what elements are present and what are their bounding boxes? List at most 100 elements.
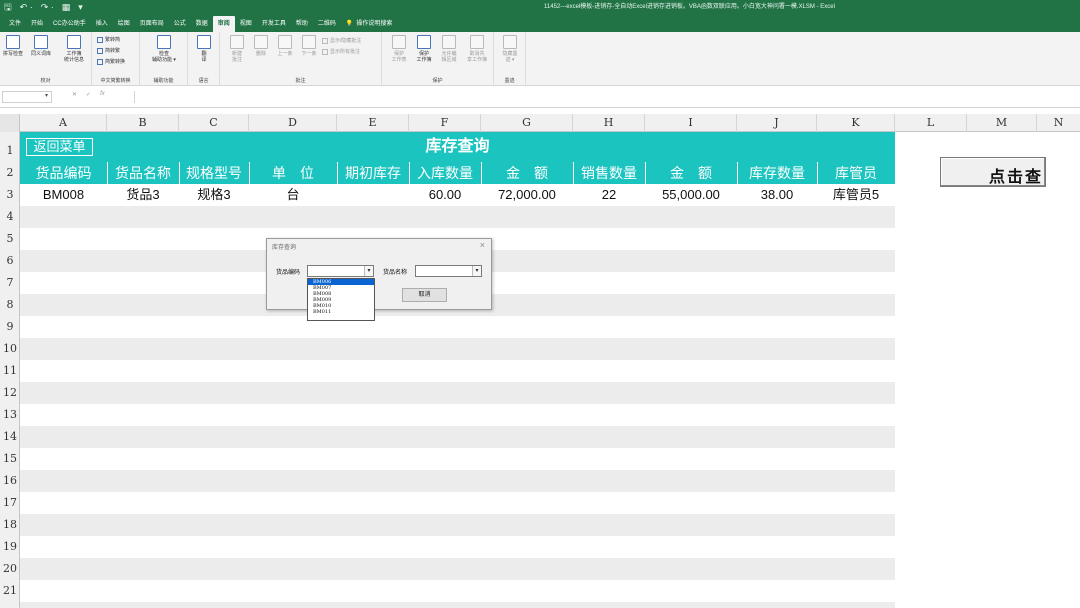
tab-help[interactable]: 帮助 <box>291 16 313 32</box>
click-query-button[interactable]: 点击查 <box>940 157 1046 187</box>
chevron-down-icon[interactable]: ▾ <box>364 266 373 276</box>
function-icon[interactable]: fx <box>100 91 105 98</box>
column-header-i[interactable]: I <box>645 114 737 132</box>
row-header-5[interactable]: 5 <box>0 232 20 245</box>
tab-cc-assistant[interactable]: CC办公助手 <box>48 16 91 32</box>
cell-keeper[interactable]: 库管员5 <box>817 184 895 206</box>
row-header-6[interactable]: 6 <box>0 254 20 267</box>
column-header-f[interactable]: F <box>409 114 481 132</box>
cell-sales-amount[interactable]: 55,000.00 <box>645 184 737 206</box>
tab-page-layout[interactable]: 页面布局 <box>135 16 169 32</box>
convert-button[interactable]: 简繁转换 <box>97 58 125 65</box>
save-icon[interactable]: 🖫 <box>4 1 12 13</box>
row-header-15[interactable]: 15 <box>0 452 20 465</box>
cancel-button[interactable]: 取消 <box>402 288 447 302</box>
cell-stock-qty[interactable]: 38.00 <box>737 184 817 206</box>
row-header-14[interactable]: 14 <box>0 430 20 443</box>
column-header-d[interactable]: D <box>249 114 337 132</box>
enter-icon[interactable]: ✓ <box>86 91 91 98</box>
column-header-j[interactable]: J <box>737 114 817 132</box>
show-hide-comment-button[interactable]: 显示/隐藏批注 <box>322 37 361 44</box>
cell-inbound-qty[interactable]: 60.00 <box>409 184 481 206</box>
cell-sales-qty[interactable]: 22 <box>573 184 645 206</box>
row-header-4[interactable]: 4 <box>0 210 20 223</box>
unshare-workbook-button[interactable]: 取消共 享工作簿 <box>463 35 491 63</box>
cell-unit[interactable]: 台 <box>249 184 337 206</box>
row-header-16[interactable]: 16 <box>0 474 20 487</box>
column-header-b[interactable]: B <box>107 114 179 132</box>
column-header-a[interactable]: A <box>20 114 107 132</box>
previous-comment-button[interactable]: 上一条 <box>274 35 296 57</box>
trad-to-simp-button[interactable]: 繁转简 <box>97 36 120 43</box>
cell-spec[interactable]: 规格3 <box>179 184 249 206</box>
chevron-down-icon[interactable]: ▾ <box>472 266 481 276</box>
name-box[interactable]: ▾ <box>2 91 52 103</box>
protect-workbook-button[interactable]: 保护 工作簿 <box>413 35 435 63</box>
tab-data[interactable]: 数据 <box>191 16 213 32</box>
show-all-comments-button[interactable]: 显示所有批注 <box>322 48 360 55</box>
tab-home[interactable]: 开始 <box>26 16 48 32</box>
column-header-c[interactable]: C <box>179 114 249 132</box>
cell-item-code[interactable]: BM008 <box>20 184 107 206</box>
delete-comment-button[interactable]: 删除 <box>250 35 272 57</box>
tab-review[interactable]: 审阅 <box>212 16 235 32</box>
cell-item-name[interactable]: 货品3 <box>107 184 179 206</box>
row-header-11[interactable]: 11 <box>0 364 20 377</box>
redo-icon[interactable]: ↷ · <box>41 1 54 13</box>
item-name-combo[interactable]: ▾ <box>415 265 482 277</box>
row-header-17[interactable]: 17 <box>0 496 20 509</box>
row-header-1[interactable]: 1 <box>0 144 20 157</box>
cell-opening-stock[interactable] <box>337 184 409 206</box>
column-header-k[interactable]: K <box>817 114 895 132</box>
tab-qrcode[interactable]: 二维码 <box>313 16 341 32</box>
group-language: 翻 译 语言 <box>188 32 220 86</box>
column-header-m[interactable]: M <box>967 114 1037 132</box>
allow-edit-ranges-button[interactable]: 允许编 辑区域 <box>438 35 460 63</box>
close-icon[interactable]: × <box>480 240 485 250</box>
row-header-18[interactable]: 18 <box>0 518 20 531</box>
tab-view[interactable]: 视图 <box>235 16 257 32</box>
dropdown-option[interactable]: BM011 <box>308 309 374 315</box>
protect-sheet-button[interactable]: 保护 工作表 <box>388 35 410 63</box>
row-header-21[interactable]: 21 <box>0 584 20 597</box>
form-icon[interactable]: ▦ <box>62 1 71 13</box>
cell-inbound-amount[interactable]: 72,000.00 <box>481 184 573 206</box>
next-comment-button[interactable]: 下一条 <box>298 35 320 57</box>
tell-me-search[interactable]: 💡 操作说明搜索 <box>341 16 398 32</box>
row-header-8[interactable]: 8 <box>0 298 20 311</box>
check-accessibility-button[interactable]: 检查 辅助功能 ▾ <box>146 35 182 63</box>
row-header-10[interactable]: 10 <box>0 342 20 355</box>
tab-file[interactable]: 文件 <box>4 16 26 32</box>
hide-ink-button[interactable]: 隐藏墨 迹 ▾ <box>499 35 521 63</box>
column-header-l[interactable]: L <box>895 114 967 132</box>
thesaurus-button[interactable]: 同义词库 <box>30 35 52 57</box>
tab-developer[interactable]: 开发工具 <box>257 16 291 32</box>
item-code-combo[interactable]: ▾ <box>307 265 374 277</box>
row-header-9[interactable]: 9 <box>0 320 20 333</box>
column-header-g[interactable]: G <box>481 114 573 132</box>
translate-button[interactable]: 翻 译 <box>193 35 215 63</box>
undo-icon[interactable]: ↶ · <box>20 1 33 13</box>
column-header-n[interactable]: N <box>1037 114 1080 132</box>
formula-input[interactable] <box>134 91 1078 103</box>
new-comment-button[interactable]: 新建 批注 <box>226 35 248 63</box>
simp-to-trad-button[interactable]: 简转繁 <box>97 47 120 54</box>
column-header-e[interactable]: E <box>337 114 409 132</box>
spelling-button[interactable]: 拼写检查 <box>2 35 24 57</box>
tab-formulas[interactable]: 公式 <box>169 16 191 32</box>
select-all-corner[interactable] <box>0 114 20 132</box>
customize-qat-icon[interactable]: ▾ <box>78 1 83 13</box>
cancel-icon[interactable]: ✕ <box>72 91 77 98</box>
row-header-13[interactable]: 13 <box>0 408 20 421</box>
row-header-3[interactable]: 3 <box>0 188 20 201</box>
tab-draw[interactable]: 绘图 <box>113 16 135 32</box>
row-header-7[interactable]: 7 <box>0 276 20 289</box>
back-to-menu-button[interactable]: 返回菜单 <box>26 138 93 156</box>
row-header-12[interactable]: 12 <box>0 386 20 399</box>
row-header-2[interactable]: 2 <box>0 166 20 179</box>
row-header-19[interactable]: 19 <box>0 540 20 553</box>
row-header-20[interactable]: 20 <box>0 562 20 575</box>
tab-insert[interactable]: 插入 <box>91 16 113 32</box>
workbook-stats-button[interactable]: 工作簿 统计信息 <box>60 35 88 63</box>
column-header-h[interactable]: H <box>573 114 645 132</box>
